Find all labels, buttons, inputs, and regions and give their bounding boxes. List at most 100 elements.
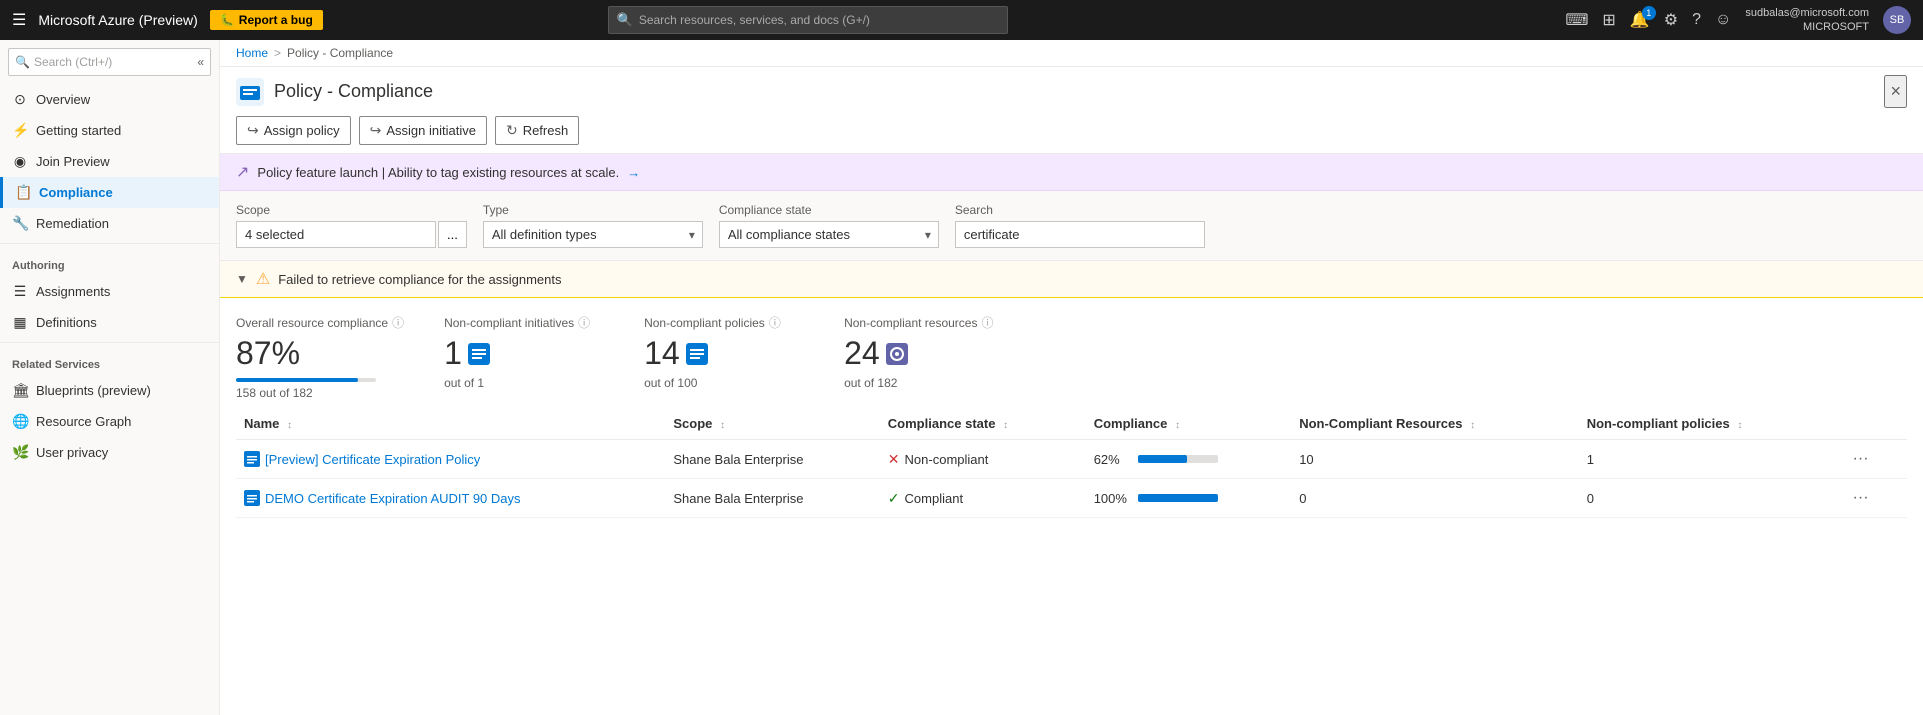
sidebar-item-resource-graph[interactable]: 🌐 Resource Graph xyxy=(0,406,219,437)
sidebar-item-label: Definitions xyxy=(36,315,97,330)
toolbar: ↪ Assign policy ↪ Assign initiative ↻ Re… xyxy=(220,108,1923,154)
blueprints-icon: 🏛 xyxy=(12,382,28,399)
row-more-button[interactable]: ··· xyxy=(1845,448,1877,470)
type-filter: Type All definition types Initiative Pol… xyxy=(483,203,703,248)
sidebar-search-input[interactable] xyxy=(34,55,193,69)
col-scope-sort-icon[interactable]: ↕ xyxy=(720,420,725,431)
summary-overall: Overall resource compliance ⓘ 87% 158 ou… xyxy=(236,314,404,400)
sidebar-item-label: Join Preview xyxy=(36,154,110,169)
table-container: Name ↕ Scope ↕ Compliance state ↕ Comp xyxy=(220,408,1923,715)
sidebar-item-user-privacy[interactable]: 🌿 User privacy xyxy=(0,437,219,468)
resources-info-icon[interactable]: ⓘ xyxy=(981,314,993,331)
sidebar-item-remediation[interactable]: 🔧 Remediation xyxy=(0,208,219,239)
sidebar-item-label: Getting started xyxy=(36,123,121,138)
sidebar-item-overview[interactable]: ⊙ Overview xyxy=(0,84,219,115)
related-section-label: Related Services xyxy=(0,347,219,375)
col-ncp-sort-icon[interactable]: ↕ xyxy=(1737,420,1742,431)
cell-name: [Preview] Certificate Expiration Policy xyxy=(236,440,665,479)
assign-policy-button[interactable]: ↪ Assign policy xyxy=(236,116,351,145)
search-label: Search xyxy=(955,203,1205,217)
sidebar-item-definitions[interactable]: ▦ Definitions xyxy=(0,307,219,338)
col-name-sort-icon[interactable]: ↕ xyxy=(287,420,292,431)
settings-icon[interactable]: ⚙ xyxy=(1664,10,1678,30)
sidebar-item-join-preview[interactable]: ◉ Join Preview xyxy=(0,146,219,177)
notifications-icon[interactable]: 🔔 1 xyxy=(1630,10,1650,30)
global-search-input[interactable] xyxy=(639,13,999,27)
row-name-link[interactable]: DEMO Certificate Expiration AUDIT 90 Day… xyxy=(244,490,657,506)
initiatives-info-icon[interactable]: ⓘ xyxy=(578,314,590,331)
feedback-icon[interactable]: ☺ xyxy=(1715,11,1731,29)
policies-info-icon[interactable]: ⓘ xyxy=(769,314,781,331)
resource-graph-icon: 🌐 xyxy=(12,413,28,430)
sidebar-item-getting-started[interactable]: ⚡ Getting started xyxy=(0,115,219,146)
state-select[interactable]: All compliance states Compliant Non-comp… xyxy=(719,221,939,248)
bug-icon: 🐛 xyxy=(220,13,235,27)
col-name: Name ↕ xyxy=(236,408,665,440)
type-select[interactable]: All definition types Initiative Policy xyxy=(483,221,703,248)
sidebar-collapse-button[interactable]: « xyxy=(197,55,204,69)
collapse-chevron-icon: ▼ xyxy=(236,272,248,286)
banner-link[interactable]: → xyxy=(627,165,640,180)
sidebar-item-label: Resource Graph xyxy=(36,414,131,429)
hamburger-icon[interactable]: ☰ xyxy=(12,10,26,30)
warning-icon: ⚠ xyxy=(256,269,270,289)
state-label: Compliant xyxy=(905,491,964,506)
close-button[interactable]: × xyxy=(1884,75,1907,108)
main-content: Home > Policy - Compliance Policy - Comp… xyxy=(220,40,1923,715)
col-compliance-sort-icon[interactable]: ↕ xyxy=(1175,420,1180,431)
assign-initiative-button[interactable]: ↪ Assign initiative xyxy=(359,116,487,145)
compliance-bar-fill xyxy=(1138,455,1188,463)
row-more-button[interactable]: ··· xyxy=(1845,487,1877,509)
state-select-wrapper: All compliance states Compliant Non-comp… xyxy=(719,221,939,248)
overall-progress-bar xyxy=(236,378,376,382)
breadcrumb-home[interactable]: Home xyxy=(236,46,268,60)
summary-policies: Non-compliant policies ⓘ 14 out of 100 xyxy=(644,314,804,400)
scope-input[interactable] xyxy=(236,221,436,248)
table-row: [Preview] Certificate Expiration Policy … xyxy=(236,440,1907,479)
table-header-row: Name ↕ Scope ↕ Compliance state ↕ Comp xyxy=(236,408,1907,440)
assignments-icon: ☰ xyxy=(12,283,28,300)
user-privacy-icon: 🌿 xyxy=(12,444,28,461)
summary-initiatives: Non-compliant initiatives ⓘ 1 out of 1 xyxy=(444,314,604,400)
report-bug-button[interactable]: 🐛 Report a bug xyxy=(210,10,323,30)
filters-row: Scope ... Type All definition types Init… xyxy=(220,191,1923,261)
top-nav: ☰ Microsoft Azure (Preview) 🐛 Report a b… xyxy=(0,0,1923,40)
overall-info-icon[interactable]: ⓘ xyxy=(392,314,404,331)
col-ncr-sort-icon[interactable]: ↕ xyxy=(1470,420,1475,431)
cell-state: ✓ Compliant xyxy=(880,479,1086,518)
scope-picker-button[interactable]: ... xyxy=(438,221,467,248)
initiatives-label: Non-compliant initiatives xyxy=(444,316,574,330)
cloud-shell-icon[interactable]: ⌨ xyxy=(1565,10,1588,30)
help-icon[interactable]: ? xyxy=(1692,11,1701,29)
banner-arrow-icon: ↗ xyxy=(236,162,249,182)
col-state-sort-icon[interactable]: ↕ xyxy=(1003,420,1008,431)
top-nav-icons: ⌨ ⊞ 🔔 1 ⚙ ? ☺ sudbalas@microsoft.com MIC… xyxy=(1565,6,1911,35)
user-avatar[interactable]: SB xyxy=(1883,6,1911,34)
sidebar-item-compliance[interactable]: 📋 Compliance xyxy=(0,177,219,208)
sidebar-item-label: Blueprints (preview) xyxy=(36,383,151,398)
overall-progress-fill xyxy=(236,378,358,382)
cell-ncr: 10 xyxy=(1291,440,1579,479)
refresh-button[interactable]: ↻ Refresh xyxy=(495,116,579,145)
sidebar-search[interactable]: 🔍 « xyxy=(8,48,211,76)
initiatives-value: 1 xyxy=(444,335,604,372)
global-search-bar[interactable]: 🔍 xyxy=(608,6,1008,34)
sidebar-item-assignments[interactable]: ☰ Assignments xyxy=(0,276,219,307)
sidebar-item-blueprints[interactable]: 🏛 Blueprints (preview) xyxy=(0,375,219,406)
row-type-icon xyxy=(244,490,260,506)
definitions-icon: ▦ xyxy=(12,314,28,331)
col-scope: Scope ↕ xyxy=(665,408,879,440)
col-non-compliant-resources: Non-Compliant Resources ↕ xyxy=(1291,408,1579,440)
breadcrumb-separator: > xyxy=(274,46,281,60)
row-name-link[interactable]: [Preview] Certificate Expiration Policy xyxy=(244,451,657,467)
portal-settings-icon[interactable]: ⊞ xyxy=(1602,10,1615,30)
overall-sub: 158 out of 182 xyxy=(236,386,404,400)
cell-scope: Shane Bala Enterprise xyxy=(665,440,879,479)
search-icon: 🔍 xyxy=(617,12,633,28)
app-title: Microsoft Azure (Preview) xyxy=(38,12,197,28)
search-filter-input[interactable] xyxy=(955,221,1205,248)
cell-compliance: 62% xyxy=(1086,440,1292,479)
type-select-wrapper: All definition types Initiative Policy xyxy=(483,221,703,248)
user-info: sudbalas@microsoft.com MICROSOFT xyxy=(1745,6,1869,35)
warning-banner[interactable]: ▼ ⚠ Failed to retrieve compliance for th… xyxy=(220,261,1923,298)
